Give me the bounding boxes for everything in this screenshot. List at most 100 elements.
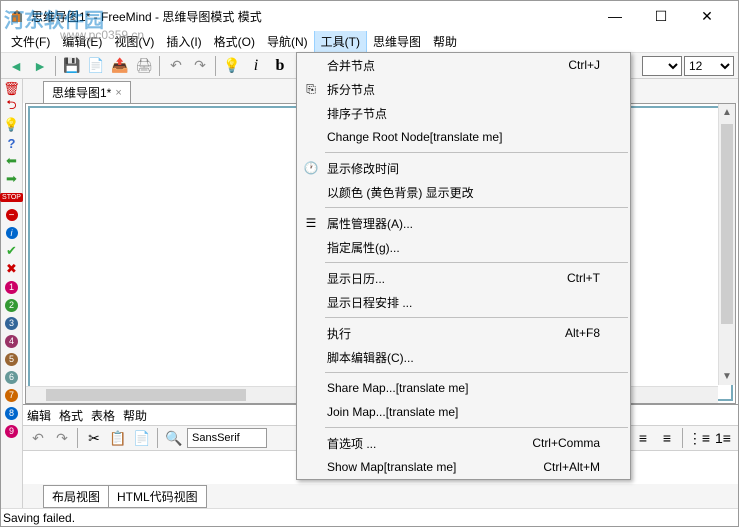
menu-item[interactable]: 脚本编辑器(C)... [297, 345, 630, 369]
watermark-url: www.pc0359.cn [60, 28, 144, 42]
tb-redo-icon[interactable]: ↷ [189, 55, 211, 77]
separator [55, 56, 57, 76]
minus-icon[interactable]: − [4, 207, 20, 223]
priority-9-icon[interactable]: 9 [4, 423, 20, 439]
bp-copy-icon[interactable]: 📋 [107, 427, 129, 449]
bp-align-center-icon[interactable]: ≡ [656, 427, 678, 449]
status-text: Saving failed. [3, 511, 75, 525]
tb-save-icon[interactable]: 💾 [61, 55, 83, 77]
bp-menu-format[interactable]: 格式 [59, 407, 83, 424]
stop-icon[interactable]: STOP [4, 189, 20, 205]
menu-item-icon: 🕐 [303, 160, 319, 176]
menu-item[interactable]: 🕐显示修改时间 [297, 156, 630, 180]
menu-item[interactable]: Change Root Node[translate me] [297, 125, 630, 149]
delete-icon[interactable]: 🗑 [4, 81, 20, 97]
menu-item-icon: ☰ [303, 215, 319, 231]
scroll-up-icon[interactable]: ▲ [719, 104, 735, 121]
bp-list-ol-icon[interactable]: 1≡ [712, 427, 734, 449]
bp-font-select[interactable]: SansSerif [187, 428, 267, 448]
bp-undo-icon[interactable]: ↶ [27, 427, 49, 449]
titlebar: 思维导图1* - FreeMind - 思维导图模式 模式 — ☐ ✕ [1, 1, 738, 31]
menu-item[interactable]: Show Map[translate me] Ctrl+Alt+M [297, 455, 630, 479]
menu-item[interactable]: ⎘拆分节点 [297, 77, 630, 101]
menu-format[interactable]: 格式(O) [208, 31, 261, 52]
info-icon[interactable]: i [4, 225, 20, 241]
menu-insert[interactable]: 插入(I) [160, 31, 207, 52]
menu-item-label: Join Map...[translate me] [327, 405, 458, 419]
menu-help[interactable]: 帮助 [427, 31, 463, 52]
bp-align-left-icon[interactable]: ≡ [632, 427, 654, 449]
tab-layout-view[interactable]: 布局视图 [43, 485, 109, 508]
menu-item-label: Show Map[translate me] [327, 460, 456, 474]
menu-item-label: 首选项 ... [327, 435, 376, 452]
menu-item[interactable]: 首选项 ...Ctrl+Comma [297, 431, 630, 455]
menu-item[interactable]: 执行Alt+F8 [297, 321, 630, 345]
menu-item[interactable]: 以颜色 (黄色背景) 显示更改 [297, 180, 630, 204]
tools-dropdown: 合并节点Ctrl+J⎘拆分节点排序子节点Change Root Node[tra… [296, 52, 631, 480]
tab-html-view[interactable]: HTML代码视图 [108, 485, 207, 508]
minimize-button[interactable]: — [592, 1, 638, 31]
bp-list-ul-icon[interactable]: ⋮≡ [688, 427, 710, 449]
cross-icon[interactable]: ✖ [4, 261, 20, 277]
menu-item[interactable]: 指定属性(g)... [297, 235, 630, 259]
menu-item[interactable]: 显示日历...Ctrl+T [297, 266, 630, 290]
close-button[interactable]: ✕ [684, 1, 730, 31]
priority-5-icon[interactable]: 5 [4, 351, 20, 367]
menu-item[interactable]: 合并节点Ctrl+J [297, 53, 630, 77]
back-icon[interactable]: ⮌ [4, 99, 20, 115]
menu-item[interactable]: 显示日程安排 ... [297, 290, 630, 314]
maximize-button[interactable]: ☐ [638, 1, 684, 31]
menu-item[interactable]: Join Map...[translate me] [297, 400, 630, 424]
tab-close-icon[interactable]: × [115, 87, 121, 99]
bp-menu-table[interactable]: 表格 [91, 407, 115, 424]
menu-file[interactable]: 文件(F) [5, 31, 56, 52]
menu-item-label: 显示日历... [327, 270, 385, 287]
vertical-scrollbar[interactable]: ▲ ▼ [718, 104, 735, 385]
tb-undo-icon[interactable]: ↶ [165, 55, 187, 77]
bp-paste-icon[interactable]: 📄 [131, 427, 153, 449]
check-icon[interactable]: ✔ [4, 243, 20, 259]
bp-menu-help[interactable]: 帮助 [123, 407, 147, 424]
document-tab[interactable]: 思维导图1* × [43, 81, 131, 103]
bp-menu-edit[interactable]: 编辑 [27, 407, 51, 424]
menu-tools[interactable]: 工具(T) [314, 30, 367, 53]
menu-item[interactable]: ☰属性管理器(A)... [297, 211, 630, 235]
scroll-thumb-h[interactable] [46, 389, 246, 401]
priority-1-icon[interactable]: 1 [4, 279, 20, 295]
priority-3-icon[interactable]: 3 [4, 315, 20, 331]
menu-separator [325, 262, 628, 263]
tb-next-icon[interactable]: ► [29, 55, 51, 77]
priority-2-icon[interactable]: 2 [4, 297, 20, 313]
menu-item[interactable]: Share Map...[translate me] [297, 376, 630, 400]
window-controls: — ☐ ✕ [592, 1, 730, 31]
menu-separator [325, 427, 628, 428]
menu-separator [325, 207, 628, 208]
priority-6-icon[interactable]: 6 [4, 369, 20, 385]
tb-export-icon[interactable]: 📤 [109, 55, 131, 77]
menu-item-label: 合并节点 [327, 57, 375, 74]
menu-item-shortcut: Ctrl+Alt+M [543, 460, 600, 474]
priority-8-icon[interactable]: 8 [4, 405, 20, 421]
bp-redo-icon[interactable]: ↷ [51, 427, 73, 449]
menu-item[interactable]: 排序子节点 [297, 101, 630, 125]
forward-icon[interactable]: ➡ [4, 171, 20, 187]
bulb-icon[interactable]: 💡 [4, 117, 20, 133]
tb-saveas-icon[interactable]: 📄 [85, 55, 107, 77]
scroll-down-icon[interactable]: ▼ [719, 368, 735, 385]
tb-select1[interactable] [642, 56, 682, 76]
font-size-select[interactable]: 12 [684, 56, 734, 76]
help-icon[interactable]: ? [4, 135, 20, 151]
priority-4-icon[interactable]: 4 [4, 333, 20, 349]
scroll-thumb-v[interactable] [721, 124, 733, 324]
menu-mindmap[interactable]: 思维导图 [367, 31, 427, 52]
bp-find-icon[interactable]: 🔍 [163, 427, 185, 449]
back2-icon[interactable]: ⬅ [4, 153, 20, 169]
tb-prev-icon[interactable]: ◄ [5, 55, 27, 77]
bp-cut-icon[interactable]: ✂ [83, 427, 105, 449]
tb-print-icon[interactable]: 🖨 [133, 55, 155, 77]
tb-bold-button[interactable]: b [269, 55, 291, 77]
tb-bulb-icon[interactable]: 💡 [221, 55, 243, 77]
menu-navigate[interactable]: 导航(N) [261, 31, 314, 52]
tb-italic-button[interactable]: i [245, 55, 267, 77]
priority-7-icon[interactable]: 7 [4, 387, 20, 403]
